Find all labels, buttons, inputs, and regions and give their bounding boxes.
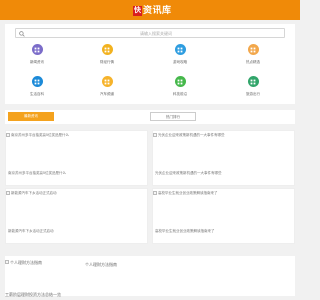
- grid-icon: [31, 44, 43, 55]
- article-thumbnail[interactable]: 新能源汽车下乡活动正式启动: [6, 191, 57, 196]
- category-auto[interactable]: 汽车频道: [89, 76, 125, 98]
- broken-image-icon: [6, 191, 10, 195]
- category-label: 科技前沿: [173, 92, 187, 96]
- article-card[interactable]: 南京苏州多平台抽奖赢5位奖品是什么 南京苏州多平台抽奖赢5位奖品是什么: [5, 130, 148, 186]
- article-card[interactable]: 光伏企业迎来政策新机遇的一大事件有哪些 光伏企业迎来政策新机遇的一大事件有哪些: [152, 130, 295, 186]
- featured-thumbnail[interactable]: 个人理财方法指南: [5, 260, 42, 266]
- search-icon[interactable]: [19, 30, 25, 37]
- article-card[interactable]: 高校毕业生就业创业政策解读指南来了 高校毕业生就业创业政策解读指南来了: [152, 188, 295, 244]
- category-finance[interactable]: 财经行情: [89, 44, 125, 66]
- article-title[interactable]: 新能源汽车下乡活动正式启动: [8, 229, 54, 234]
- category-travel[interactable]: 旅游出行: [235, 76, 271, 98]
- category-label: 新闻资讯: [30, 60, 44, 64]
- thumbnail-alt: 新能源汽车下乡活动正式启动: [11, 191, 57, 195]
- article-card[interactable]: 新能源汽车下乡活动正式启动 新能源汽车下乡活动正式启动: [5, 188, 148, 244]
- tab-popular[interactable]: 热门排行: [150, 112, 196, 121]
- category-news[interactable]: 新闻资讯: [19, 44, 55, 66]
- article-title[interactable]: 高校毕业生就业创业政策解读指南来了: [155, 229, 215, 234]
- grid-icon: [247, 44, 259, 55]
- category-label: 热点精选: [246, 60, 260, 64]
- category-panel: 新闻资讯 财经行情 游戏攻略 热点精选 生活百科 汽车频道 科技前沿: [5, 24, 295, 104]
- grid-icon: [31, 76, 43, 87]
- broken-image-icon: [5, 260, 9, 264]
- app-header: 快 资讯库: [0, 0, 300, 20]
- article-title[interactable]: 南京苏州多平台抽奖赢5位奖品是什么: [8, 171, 66, 176]
- tab-latest[interactable]: 最新资讯: [8, 112, 54, 121]
- category-games[interactable]: 游戏攻略: [162, 44, 198, 66]
- article-title[interactable]: 光伏企业迎来政策新机遇的一大事件有哪些: [155, 171, 222, 176]
- category-life[interactable]: 生活百科: [19, 76, 55, 98]
- thumbnail-alt: 南京苏州多平台抽奖赢5位奖品是什么: [11, 133, 69, 137]
- broken-image-icon: [153, 191, 157, 195]
- category-hot[interactable]: 热点精选: [235, 44, 271, 66]
- category-tech[interactable]: 科技前沿: [162, 76, 198, 98]
- grid-icon: [101, 76, 113, 87]
- broken-image-icon: [6, 133, 10, 137]
- grid-icon: [247, 76, 259, 87]
- logo-mark: 快: [133, 5, 142, 16]
- category-label: 生活百科: [30, 92, 44, 96]
- category-label: 汽车频道: [100, 92, 114, 96]
- logo-text: 资讯库: [143, 5, 172, 15]
- category-label: 游戏攻略: [173, 60, 187, 64]
- tab-bar: 最新资讯 热门排行: [5, 110, 295, 124]
- thumbnail-alt: 个人理财方法指南: [10, 260, 42, 265]
- thumbnail-alt: 高校毕业生就业创业政策解读指南来了: [158, 191, 218, 195]
- grid-icon: [101, 44, 113, 55]
- category-label: 旅游出行: [246, 92, 260, 96]
- featured-article[interactable]: 个人理财方法指南 个人理财方法指南 工薪阶层理财投资方法总结一览: [5, 256, 295, 298]
- thumbnail-alt: 光伏企业迎来政策新机遇的一大事件有哪些: [158, 133, 225, 137]
- featured-subtitle[interactable]: 工薪阶层理财投资方法总结一览: [5, 292, 61, 298]
- article-thumbnail[interactable]: 高校毕业生就业创业政策解读指南来了: [153, 191, 218, 196]
- grid-icon: [174, 76, 186, 87]
- featured-title[interactable]: 个人理财方法指南: [85, 262, 117, 268]
- search-input[interactable]: [36, 30, 276, 37]
- grid-icon: [174, 44, 186, 55]
- article-thumbnail[interactable]: 光伏企业迎来政策新机遇的一大事件有哪些: [153, 133, 225, 138]
- broken-image-icon: [153, 133, 157, 137]
- category-label: 财经行情: [100, 60, 114, 64]
- site-logo[interactable]: 快 资讯库: [133, 5, 172, 16]
- search-box[interactable]: [15, 28, 285, 38]
- article-thumbnail[interactable]: 南京苏州多平台抽奖赢5位奖品是什么: [6, 133, 69, 138]
